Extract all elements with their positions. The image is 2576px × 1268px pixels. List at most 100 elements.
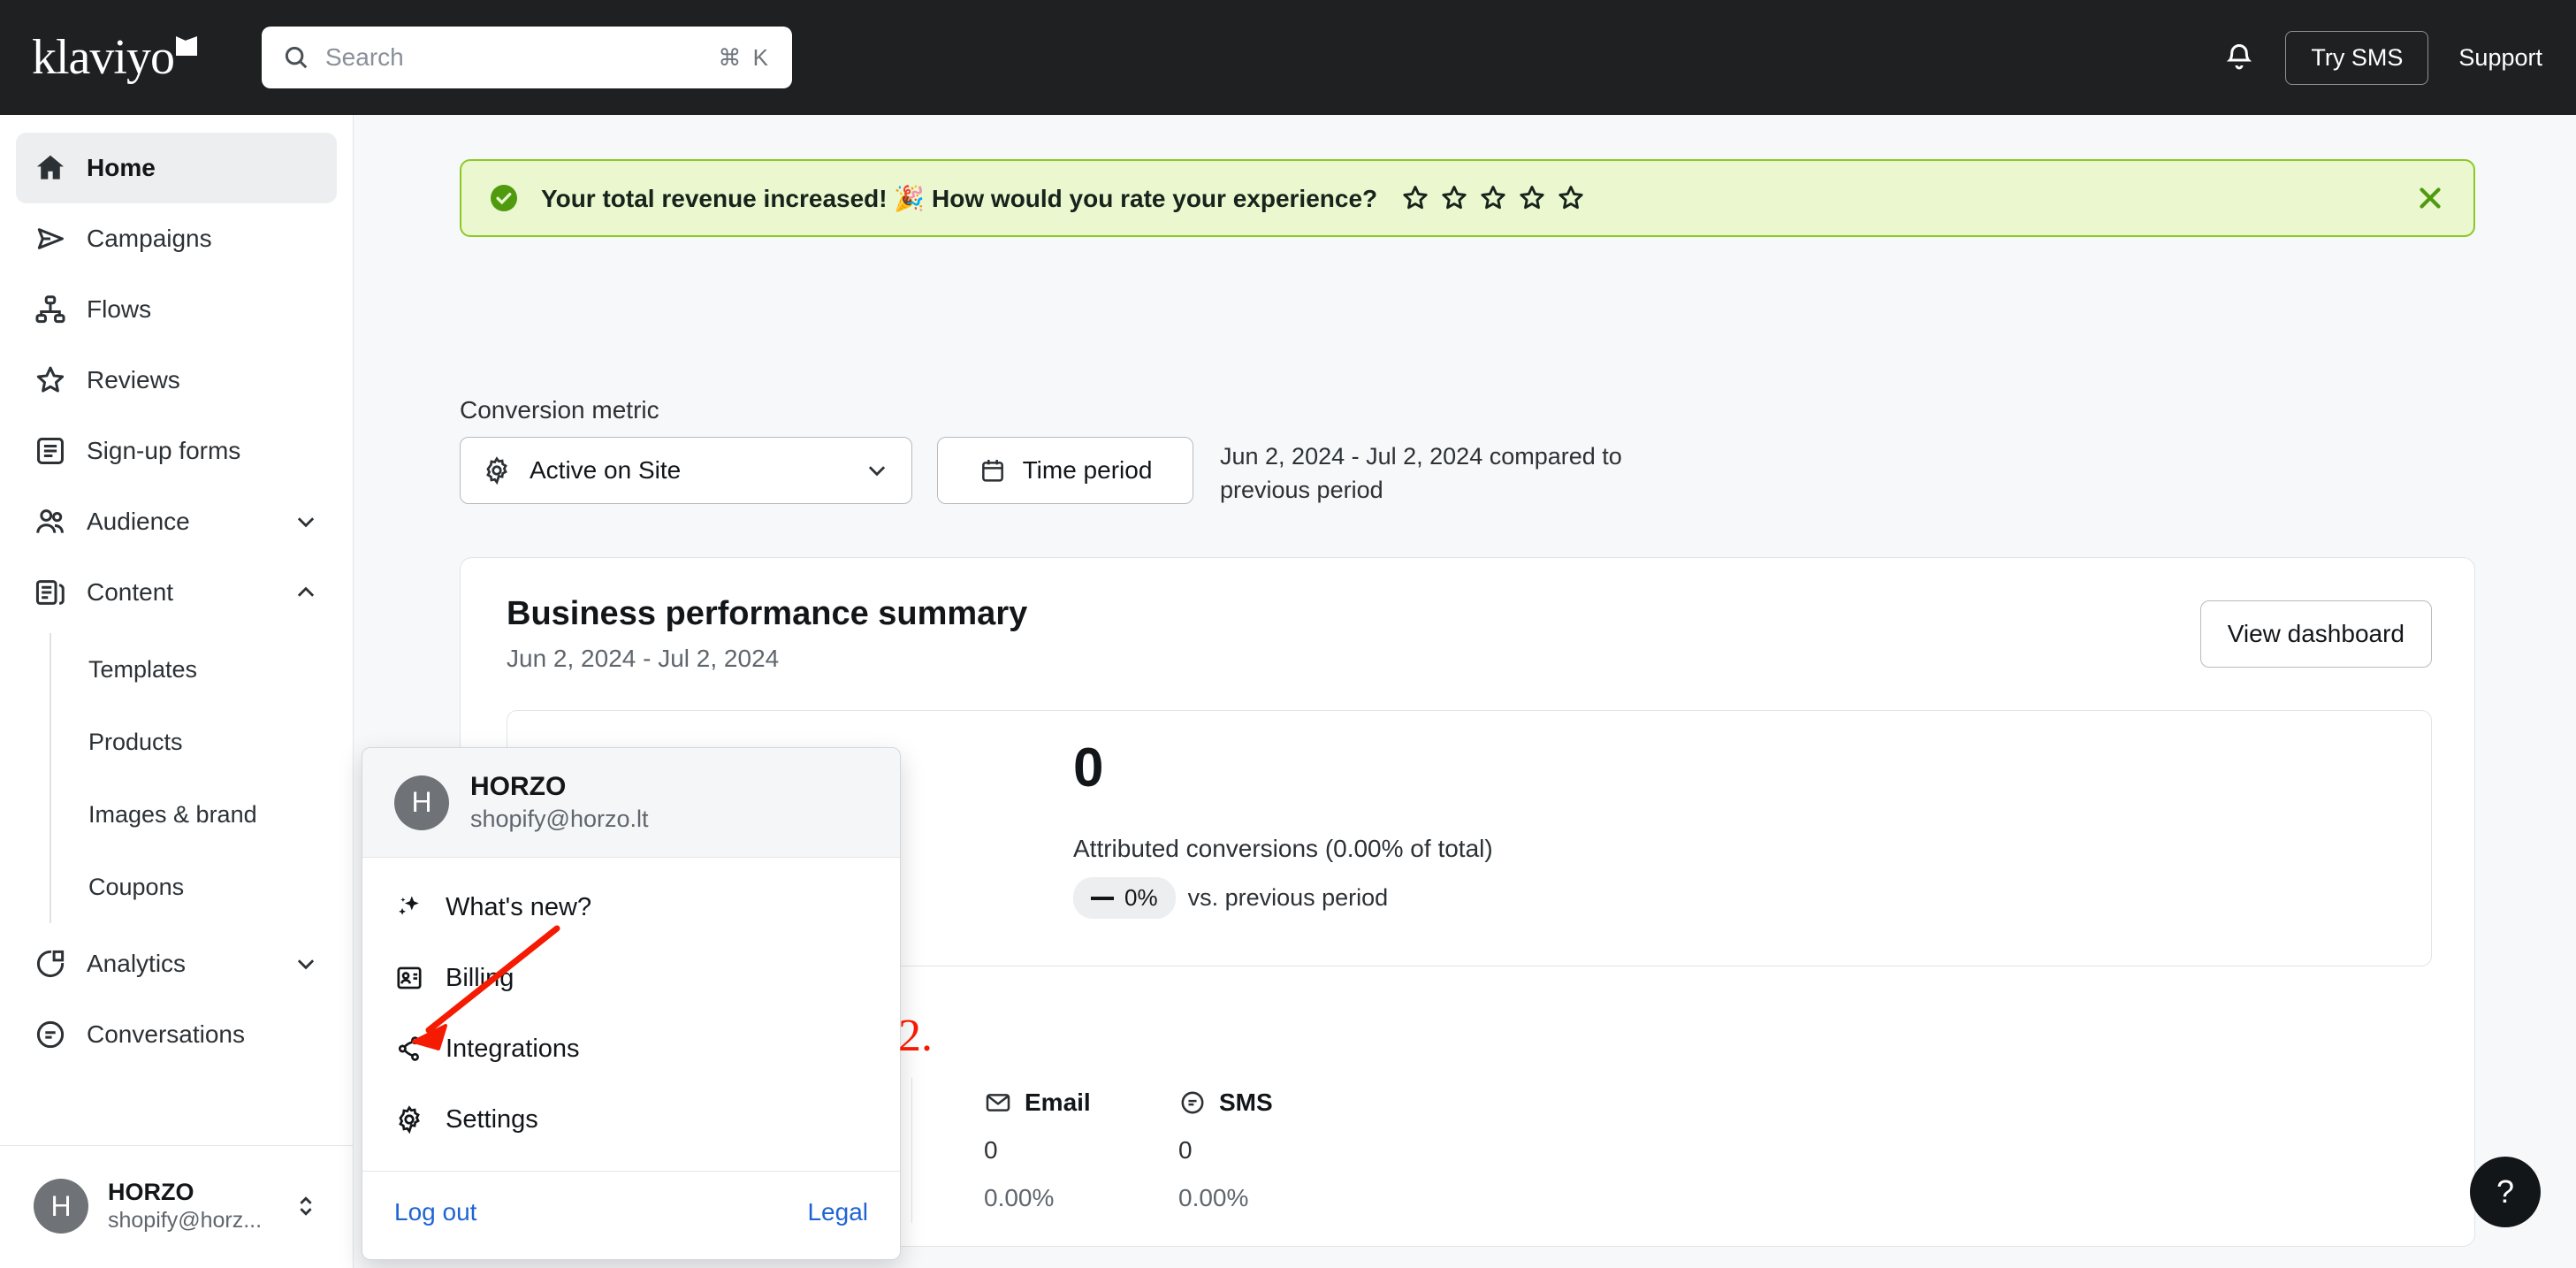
forms-icon [34, 434, 67, 468]
sidebar-subitem-products-label: Products [88, 729, 183, 756]
conversations-icon [34, 1018, 67, 1051]
sidebar-item-conversations[interactable]: Conversations [16, 999, 337, 1070]
chevron-down-icon [864, 457, 890, 484]
sidebar-item-home-label: Home [87, 154, 319, 182]
sidebar-item-campaigns[interactable]: Campaigns [16, 203, 337, 274]
logo-wordmark: klaviyo [32, 33, 174, 82]
sidebar-subitem-templates[interactable]: Templates [88, 633, 337, 706]
feedback-banner: Your total revenue increased! 🎉 How woul… [460, 159, 2475, 237]
menu-item-whats-new[interactable]: What's new? [362, 872, 900, 943]
menu-item-billing[interactable]: Billing [362, 943, 900, 1013]
annotation-step-number: 2. [898, 1010, 933, 1062]
close-icon[interactable] [2413, 181, 2447, 215]
chevron-down-icon [293, 951, 319, 977]
account-menu-items: What's new? Billing Integrations [362, 858, 900, 1171]
sidebar-item-content-label: Content [87, 578, 293, 607]
calendar-icon [979, 456, 1007, 485]
search-shortcut-hint: ⌘ K [718, 44, 771, 72]
search-icon [283, 44, 309, 71]
sidebar-divider [0, 1145, 353, 1146]
search-input[interactable]: Search ⌘ K [262, 27, 792, 88]
billing-icon [394, 963, 424, 993]
stat-sms: SMS 0 0.00% [1178, 1088, 1273, 1212]
sms-icon [1178, 1088, 1207, 1117]
stat-percent: 0.00% [984, 1184, 1091, 1212]
kpi-label: Attributed conversions (0.00% of total) [1073, 835, 1493, 863]
gear-icon [394, 1104, 424, 1134]
logo-flag-icon [176, 36, 197, 56]
sidebar-item-conversations-label: Conversations [87, 1020, 319, 1049]
sidebar-subitem-images-brand[interactable]: Images & brand [88, 778, 337, 851]
content-icon [34, 576, 67, 609]
sidebar-nav: Home Campaigns Flows Reviews Sign-up for… [0, 115, 353, 1070]
sidebar-subnav-content: Templates Products Images & brand Coupon… [50, 633, 337, 923]
view-dashboard-button[interactable]: View dashboard [2200, 600, 2432, 668]
chevron-up-icon [293, 579, 319, 606]
sidebar-item-home[interactable]: Home [16, 133, 337, 203]
rating-stars[interactable] [1400, 183, 1586, 213]
sidebar-subitem-products[interactable]: Products [88, 706, 337, 778]
chevron-up-down-icon [293, 1191, 319, 1221]
stat-header: Email [984, 1088, 1091, 1117]
log-out-link[interactable]: Log out [394, 1198, 476, 1226]
bell-icon[interactable] [2223, 42, 2255, 73]
sidebar-subitem-coupons-label: Coupons [88, 874, 184, 901]
campaigns-icon [34, 222, 67, 256]
account-name: HORZO [108, 1178, 293, 1208]
star-icon[interactable] [1556, 183, 1586, 213]
time-period-button[interactable]: Time period [937, 437, 1193, 504]
kpi-delta-value: 0% [1124, 884, 1158, 912]
sidebar-item-content[interactable]: Content [16, 557, 337, 628]
help-button[interactable]: ? [2470, 1157, 2541, 1227]
avatar: H [34, 1179, 88, 1234]
star-icon[interactable] [1517, 183, 1547, 213]
star-icon[interactable] [1400, 183, 1430, 213]
home-icon [34, 151, 67, 185]
menu-item-settings[interactable]: Settings [362, 1084, 900, 1155]
sidebar-subitem-images-brand-label: Images & brand [88, 801, 257, 829]
klaviyo-logo[interactable]: klaviyo [32, 33, 240, 82]
kpi-delta-row: 0% vs. previous period [1073, 877, 1493, 919]
integrations-icon [394, 1034, 424, 1064]
flows-icon [34, 293, 67, 326]
page-title: Business performance summary [507, 595, 1027, 633]
sidebar-item-signup-forms-label: Sign-up forms [87, 437, 319, 465]
analytics-icon [34, 947, 67, 981]
sidebar-item-reviews[interactable]: Reviews [16, 345, 337, 416]
time-period-label: Time period [1023, 456, 1153, 485]
stat-name: Email [1025, 1088, 1091, 1117]
star-icon[interactable] [1439, 183, 1469, 213]
date-range-note: Jun 2, 2024 - Jul 2, 2024 compared to pr… [1220, 440, 1715, 508]
menu-item-billing-label: Billing [446, 964, 514, 993]
sidebar-item-flows[interactable]: Flows [16, 274, 337, 345]
sidebar-item-audience[interactable]: Audience [16, 486, 337, 557]
sidebar-item-signup-forms[interactable]: Sign-up forms [16, 416, 337, 486]
flat-trend-icon [1091, 897, 1114, 900]
menu-item-settings-label: Settings [446, 1105, 538, 1134]
star-icon[interactable] [1478, 183, 1508, 213]
sidebar-item-analytics[interactable]: Analytics [16, 928, 337, 999]
account-menu-name: HORZO [470, 769, 649, 804]
check-circle-icon [488, 182, 520, 214]
conversion-metric-label: Conversion metric [460, 396, 659, 424]
sidebar-subitem-coupons[interactable]: Coupons [88, 851, 337, 923]
kpi-delta-note: vs. previous period [1188, 884, 1389, 912]
top-bar-actions: Try SMS Support [2223, 0, 2542, 115]
sidebar-subitem-templates-label: Templates [88, 656, 197, 684]
stat-header: SMS [1178, 1088, 1273, 1117]
account-email: shopify@horz... [108, 1207, 293, 1234]
try-sms-button[interactable]: Try SMS [2285, 31, 2428, 85]
legal-link[interactable]: Legal [807, 1198, 868, 1226]
conversion-metric-select[interactable]: Active on Site [460, 437, 912, 504]
menu-item-integrations[interactable]: Integrations [362, 1013, 900, 1084]
stat-percent: 0.00% [1178, 1184, 1273, 1212]
status-badge: 0% [1073, 877, 1176, 919]
account-menu-header: H HORZO shopify@horzo.lt [362, 748, 900, 858]
support-link[interactable]: Support [2458, 44, 2542, 72]
account-menu-email: shopify@horzo.lt [470, 804, 649, 835]
search-placeholder: Search [325, 43, 718, 72]
account-menu-footer: Log out Legal [362, 1171, 900, 1252]
stat-name: SMS [1219, 1088, 1273, 1117]
account-switcher[interactable]: H HORZO shopify@horz... [19, 1160, 333, 1252]
sidebar-item-audience-label: Audience [87, 508, 293, 536]
